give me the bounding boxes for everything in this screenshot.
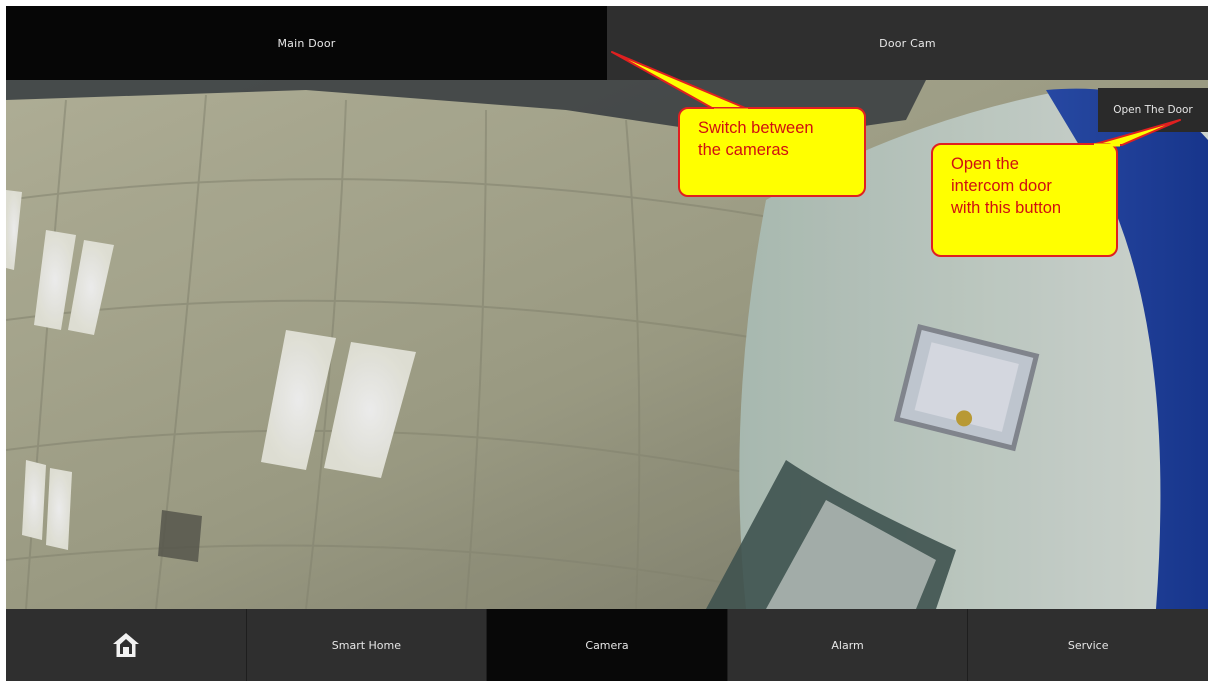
callout-switch-cameras: Switch between the cameras xyxy=(678,107,866,197)
bottom-nav: Smart Home Camera Alarm Service xyxy=(6,609,1208,681)
nav-camera[interactable]: Camera xyxy=(487,609,728,681)
nav-service[interactable]: Service xyxy=(968,609,1208,681)
open-door-button[interactable]: Open The Door xyxy=(1098,88,1208,132)
intercom-screen: Main Door Door Cam Open The Door Smart H… xyxy=(6,6,1208,681)
tab-door-cam[interactable]: Door Cam xyxy=(607,6,1208,80)
home-icon xyxy=(112,633,139,657)
nav-smart-home[interactable]: Smart Home xyxy=(247,609,488,681)
tab-main-door[interactable]: Main Door xyxy=(6,6,607,80)
nav-alarm[interactable]: Alarm xyxy=(728,609,969,681)
nav-home[interactable] xyxy=(6,609,247,681)
callout-open-door: Open the intercom door with this button xyxy=(931,143,1118,257)
camera-tabs: Main Door Door Cam xyxy=(6,6,1208,80)
